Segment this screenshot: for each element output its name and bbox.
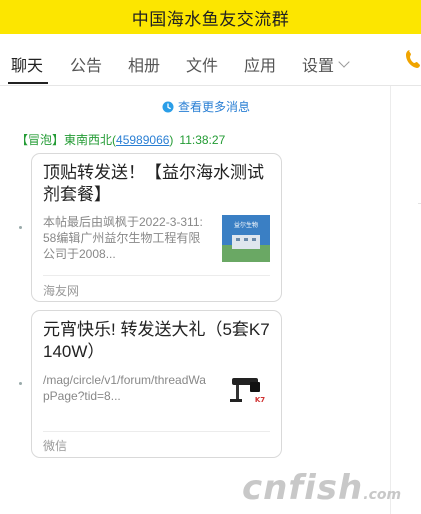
share-card[interactable]: 元宵快乐! 转发送大礼（5套K7 140W） /mag/circle/v1/fo…	[31, 310, 282, 458]
card-thumbnail: 益尔生物	[222, 215, 270, 262]
tab-settings[interactable]: 设置	[302, 52, 334, 76]
card-divider	[43, 431, 270, 432]
chat-message-area[interactable]: 查看更多消息 【冒泡】東南西北(45989066) 11:38:27 顶贴转发送！…	[0, 86, 390, 514]
tab-chat[interactable]: 聊天	[11, 52, 43, 76]
view-more-messages-link[interactable]: 查看更多消息	[162, 98, 250, 115]
sender-tag: 【冒泡】	[16, 133, 65, 147]
thumbnail-caption: 益尔生物	[234, 221, 258, 229]
phone-icon[interactable]	[404, 48, 421, 70]
card-description: /mag/circle/v1/forum/threadWapPage?tid=8…	[43, 373, 206, 403]
card-divider	[43, 275, 270, 276]
card-title: 顶贴转发送！【益尔海水测试剂套餐】	[43, 163, 264, 204]
tab-bar: 聊天 公告 相册 文件 应用 设置	[0, 34, 421, 86]
share-card[interactable]: 顶贴转发送！【益尔海水测试剂套餐】 本帖最后由飒枫于2022-3-311:58编…	[31, 153, 282, 302]
view-more-messages-label: 查看更多消息	[178, 100, 251, 114]
clock-icon	[162, 101, 174, 112]
message-sender: 【冒泡】東南西北(45989066) 11:38:27	[16, 133, 226, 147]
card-source: 微信	[43, 439, 68, 453]
message-bullet	[19, 382, 22, 385]
thumbnail-caption: K7	[255, 396, 265, 404]
card-description: 本帖最后由飒枫于2022-3-311:58编辑广州益尔生物工程有限公司于2008…	[43, 215, 203, 261]
card-title: 元宵快乐! 转发送大礼（5套K7 140W）	[43, 320, 270, 361]
watermark-logo: cnfish.com	[242, 468, 402, 508]
tab-files[interactable]: 文件	[186, 52, 218, 76]
sender-name[interactable]: 東南西北	[64, 133, 112, 147]
sender-qq-link[interactable]: 45989066	[116, 133, 169, 147]
message-bullet	[19, 226, 22, 229]
active-tab-indicator	[8, 82, 48, 84]
window-titlebar: 中国海水鱼友交流群	[0, 0, 421, 34]
tab-apps[interactable]: 应用	[244, 52, 276, 76]
tab-album[interactable]: 相册	[128, 52, 160, 76]
card-thumbnail: K7	[222, 372, 270, 418]
tab-announcements[interactable]: 公告	[70, 52, 102, 76]
card-source: 海友网	[43, 284, 80, 298]
side-panel	[390, 86, 421, 514]
message-time: 11:38:27	[179, 133, 226, 147]
window-title: 中国海水鱼友交流群	[131, 9, 290, 29]
chevron-down-icon[interactable]	[338, 56, 350, 68]
